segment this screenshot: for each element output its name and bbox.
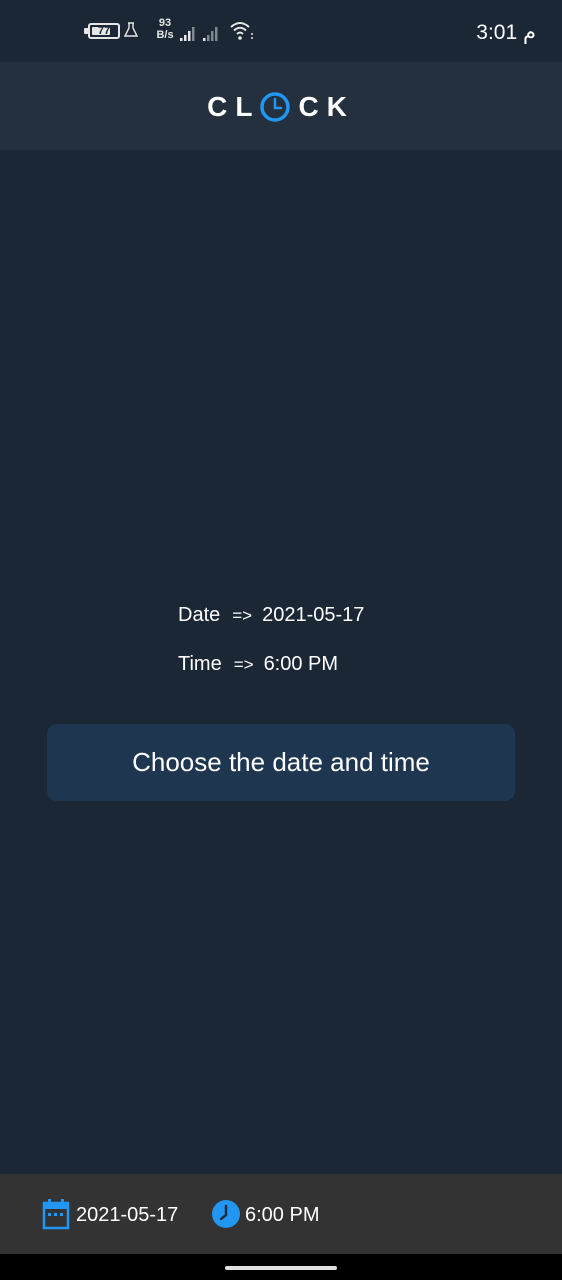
signal-icon [180,27,218,41]
date-value: 2021-05-17 [262,604,365,626]
time-label: Time [178,653,222,675]
bottom-time-value[interactable]: 6:00 PM [245,1204,319,1227]
time-value: 6:00 PM [263,653,339,675]
selected-time-line: Time => 6:00 PM [178,653,338,676]
bottom-date-value[interactable]: 2021-05-17 [76,1204,178,1227]
app-title-left: CL [207,91,261,122]
selected-date-line: Date => 2021-05-17 [178,604,364,627]
battery-level: 77 [97,25,111,37]
date-label: Date [178,604,221,626]
wifi-icon [230,22,253,40]
app-title: CL CK [0,90,562,124]
home-indicator[interactable] [225,1266,337,1270]
app-title-right: CK [298,91,355,122]
date-arrow: => [232,606,253,625]
clock-icon [260,92,291,122]
status-bar: 77 93 B/s 3:01 م [0,0,562,62]
choose-date-time-button[interactable]: Choose the date and time [47,724,515,801]
battery-icon: 77 [88,23,120,39]
calendar-icon[interactable] [42,1198,70,1230]
status-time: 3:01 م [476,21,536,44]
lab-flask-icon [124,22,138,37]
app-bar: CL CK [0,62,562,150]
system-nav-area [0,1254,562,1280]
clock-icon[interactable] [211,1199,241,1229]
time-arrow: => [233,655,254,674]
